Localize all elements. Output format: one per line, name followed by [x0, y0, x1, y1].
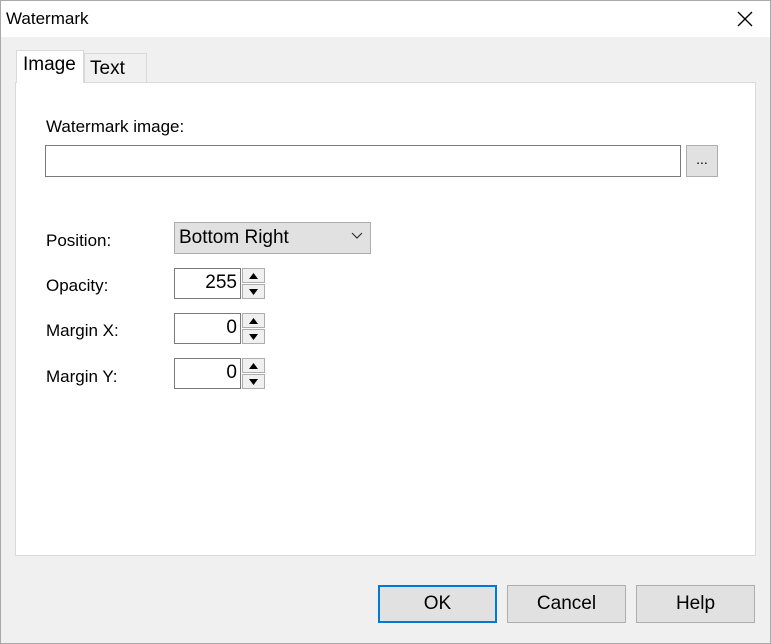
close-button[interactable]: [728, 5, 762, 33]
margin-y-decrement-button[interactable]: [242, 374, 265, 389]
opacity-increment-button[interactable]: [242, 268, 265, 283]
margin-x-decrement-button[interactable]: [242, 329, 265, 344]
margin-y-increment-button[interactable]: [242, 358, 265, 373]
position-label: Position:: [46, 231, 112, 250]
opacity-field[interactable]: 255: [174, 268, 241, 299]
window-title: Watermark: [6, 9, 89, 28]
margin-x-increment-button[interactable]: [242, 313, 265, 328]
margin-y-label: Margin Y:: [46, 367, 118, 386]
watermark-image-input[interactable]: [45, 145, 681, 177]
margin-x-field[interactable]: 0: [174, 313, 241, 344]
help-button[interactable]: Help: [636, 585, 755, 623]
ok-button[interactable]: OK: [378, 585, 497, 623]
triangle-down-icon: [249, 379, 258, 385]
margin-x-spinner: [242, 313, 265, 344]
triangle-up-icon: [249, 363, 258, 369]
triangle-up-icon: [249, 273, 258, 279]
close-icon: [737, 11, 753, 27]
title-bar: Watermark: [1, 1, 770, 37]
margin-y-spinner: [242, 358, 265, 389]
watermark-image-label: Watermark image:: [46, 117, 185, 136]
triangle-down-icon: [249, 289, 258, 295]
chevron-down-icon: [351, 232, 363, 239]
position-value: Bottom Right: [179, 227, 289, 248]
triangle-up-icon: [249, 318, 258, 324]
opacity-decrement-button[interactable]: [242, 284, 265, 299]
image-tab-panel: Watermark image: ... Position: Bottom Ri…: [15, 82, 756, 556]
watermark-dialog: Watermark Image Text Watermark image: ..…: [0, 0, 771, 644]
triangle-down-icon: [249, 334, 258, 340]
margin-y-field[interactable]: 0: [174, 358, 241, 389]
browse-button[interactable]: ...: [686, 145, 718, 177]
cancel-button[interactable]: Cancel: [507, 585, 626, 623]
position-dropdown[interactable]: Bottom Right: [174, 222, 371, 254]
tab-image[interactable]: Image: [16, 50, 84, 83]
margin-x-label: Margin X:: [46, 321, 119, 340]
opacity-spinner: [242, 268, 265, 299]
tab-text[interactable]: Text: [84, 53, 147, 83]
opacity-label: Opacity:: [46, 276, 109, 295]
